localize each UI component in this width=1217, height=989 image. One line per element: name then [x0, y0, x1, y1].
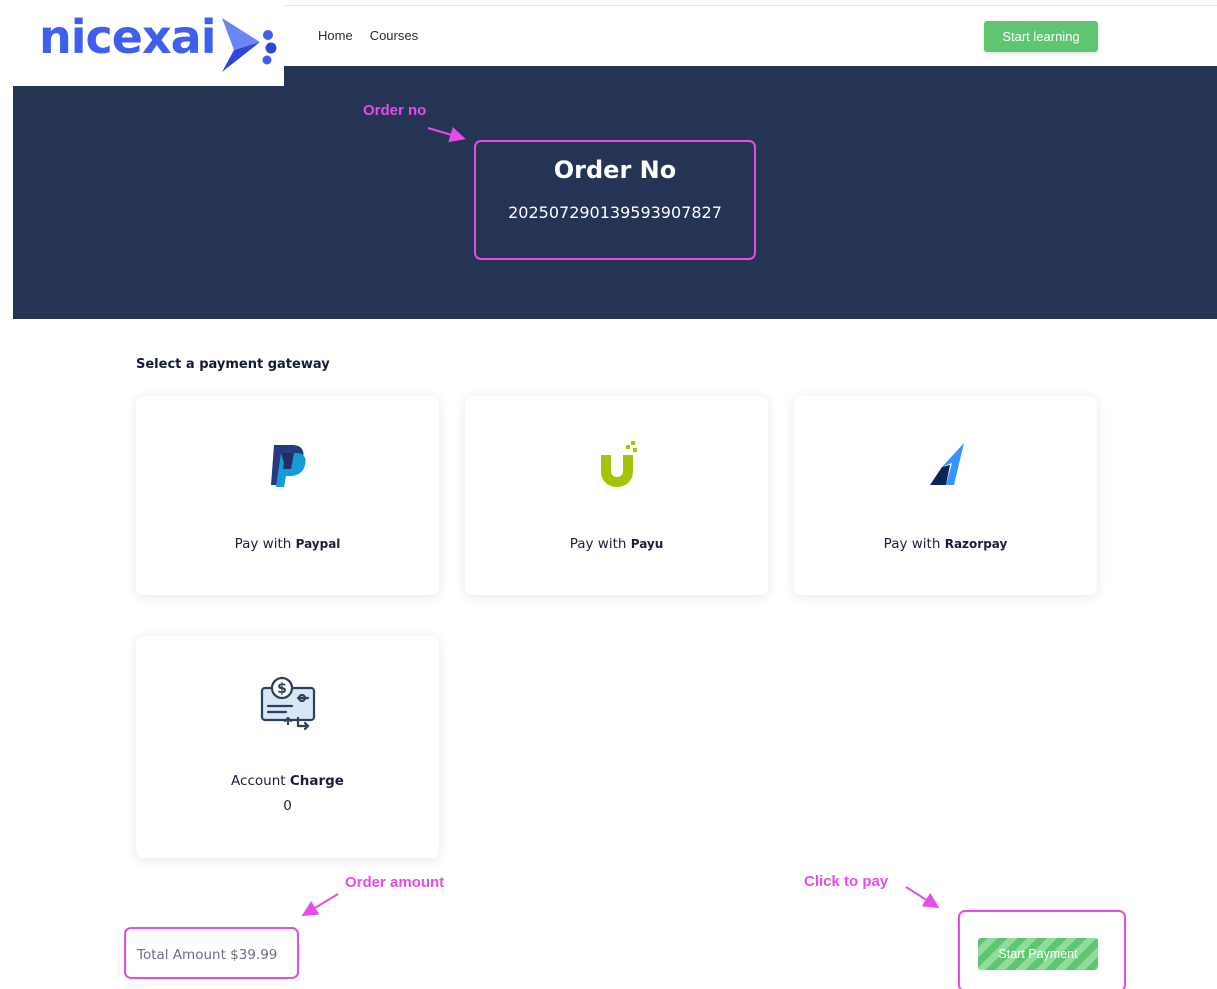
account-charge-value: 0 [283, 798, 292, 814]
razorpay-icon [929, 443, 964, 485]
annotation-click-to-pay: Click to pay [804, 873, 889, 890]
nav-courses-link[interactable]: Courses [370, 28, 418, 43]
gateway-label: Pay with Paypal [234, 536, 341, 552]
annotation-order-amount: Order amount [345, 874, 445, 891]
nav-home-link[interactable]: Home [318, 28, 353, 43]
gateway-card-payu[interactable]: Pay with Payu [465, 396, 768, 595]
payment-gateway-heading: Select a payment gateway [136, 357, 330, 372]
top-nav: Home Courses [318, 28, 418, 43]
order-number: 20250729013959390​7827 [508, 203, 722, 222]
order-number-box: Order No 20250729013959390​7827 [474, 140, 756, 260]
payu-icon [600, 441, 637, 487]
order-title: Order No [553, 156, 677, 184]
logo[interactable]: nicexai [13, 0, 284, 86]
total-amount: Total Amount $39.99 [137, 947, 278, 963]
start-payment-button[interactable]: Start Payment [978, 938, 1098, 970]
gateway-card-razorpay[interactable]: Pay with Razorpay [794, 396, 1097, 595]
total-amount-box: Total Amount $39.99 [124, 927, 299, 979]
paypal-icon [270, 445, 306, 487]
header-divider [284, 5, 1217, 6]
gateway-label: Pay with Razorpay [883, 536, 1008, 552]
gateway-card-paypal[interactable]: Pay with Paypal [136, 396, 439, 595]
cheque-payment-icon: $ [260, 676, 315, 731]
gateway-card-account-charge[interactable]: $ Account Charge 0 [136, 636, 439, 858]
logo-arrow-icon [222, 18, 277, 72]
svg-text:$: $ [277, 681, 287, 697]
account-charge-label: Account Charge [231, 773, 344, 789]
logo-text: nicexai [39, 10, 216, 64]
start-learning-button[interactable]: Start learning [984, 21, 1098, 52]
annotation-order-no: Order no [363, 102, 427, 119]
gateway-label: Pay with Payu [569, 536, 664, 552]
